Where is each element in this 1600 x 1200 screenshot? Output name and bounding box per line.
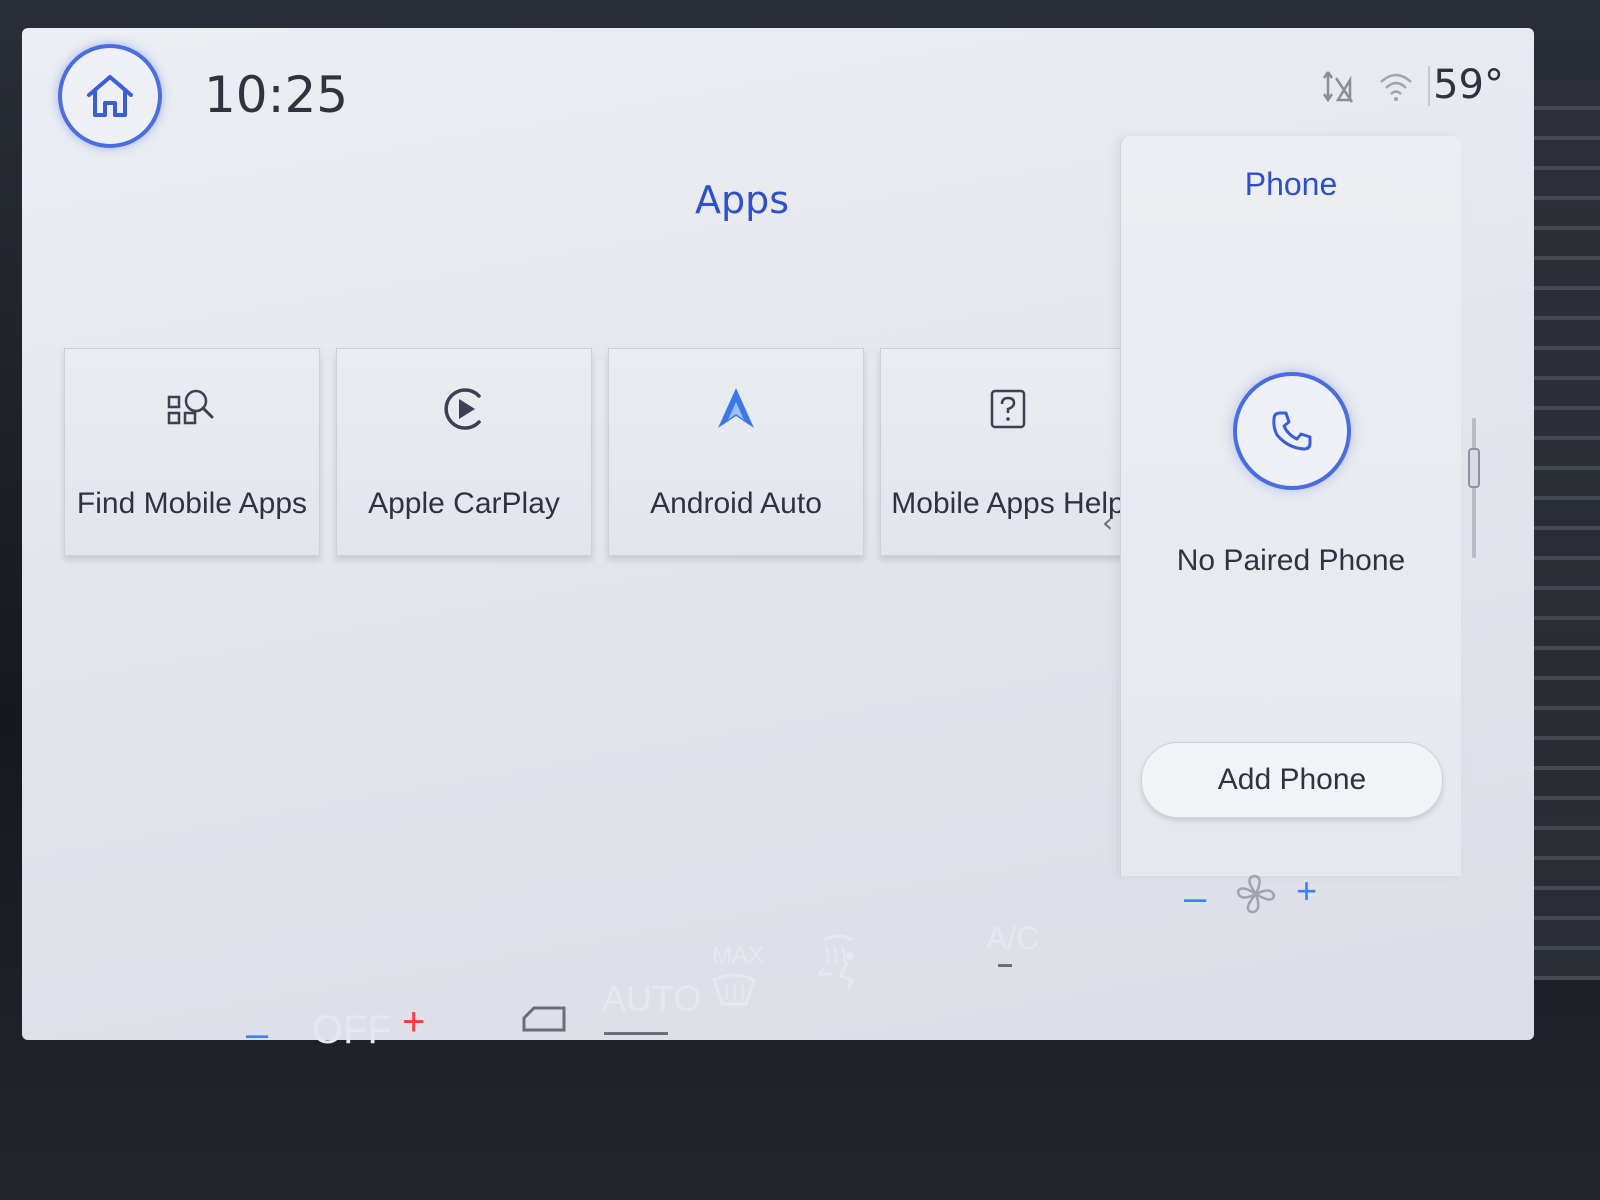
outside-temperature: 59°: [1433, 62, 1504, 108]
phone-title: Phone: [1244, 166, 1338, 202]
max-defrost-icon[interactable]: [710, 970, 758, 1010]
home-button[interactable]: [58, 44, 162, 148]
tile-label: Find Mobile Apps: [76, 487, 308, 520]
ac-indicator: [998, 964, 1012, 967]
tile-label: Apple CarPlay: [368, 487, 560, 520]
tile-label: Mobile Apps Help: [891, 487, 1125, 520]
temp-decrease-button[interactable]: –: [246, 1012, 268, 1057]
auto-climate-button[interactable]: AUTO: [602, 978, 701, 1020]
max-defrost-label: MAX: [712, 942, 765, 969]
fan-icon: [1236, 874, 1276, 914]
tile-label: Android Auto: [650, 487, 822, 520]
fan-decrease-button[interactable]: –: [1184, 876, 1206, 921]
no-gps-signal-icon: [1322, 71, 1354, 103]
climate-controls: – OFF + AUTO MAX A/C – +: [0, 870, 1600, 1200]
carplay-icon: [444, 388, 481, 430]
scrollbar-thumb[interactable]: [1468, 448, 1480, 488]
app-tiles: Find Mobile Apps Apple CarPlay Android A…: [64, 348, 1136, 556]
find-apps-icon: [167, 389, 214, 425]
defrost-airflow-icon[interactable]: [810, 930, 866, 994]
temp-increase-button[interactable]: +: [402, 1000, 425, 1045]
fan-increase-button[interactable]: +: [1296, 870, 1317, 912]
scrollbar-track[interactable]: [1472, 418, 1476, 558]
phone-icon: [1272, 411, 1312, 451]
temp-mode-label[interactable]: OFF: [312, 1008, 392, 1053]
collapse-panel-chevron[interactable]: ‹: [1102, 506, 1113, 539]
ac-button[interactable]: A/C: [986, 920, 1039, 957]
mobile-apps-help-tile[interactable]: Mobile Apps Help: [880, 348, 1136, 556]
clock: 10:25: [204, 66, 349, 124]
page-title: Apps: [694, 178, 790, 222]
android-auto-tile[interactable]: Android Auto: [608, 348, 864, 556]
phone-status: No Paired Phone: [1176, 544, 1406, 577]
recirculation-icon[interactable]: [520, 1000, 570, 1036]
help-icon: [990, 389, 1026, 429]
auto-indicator: [604, 1032, 668, 1035]
home-icon: [87, 75, 133, 117]
phone-panel: Phone No Paired Phone Add Phone: [1120, 136, 1461, 876]
status-icons: [1322, 68, 1414, 104]
android-auto-icon: [718, 388, 754, 428]
find-mobile-apps-tile[interactable]: Find Mobile Apps: [64, 348, 320, 556]
apple-carplay-tile[interactable]: Apple CarPlay: [336, 348, 592, 556]
wifi-icon: [1380, 73, 1412, 101]
phone-button[interactable]: [1233, 372, 1351, 490]
status-divider: [1428, 66, 1430, 106]
add-phone-button[interactable]: Add Phone: [1141, 742, 1443, 818]
